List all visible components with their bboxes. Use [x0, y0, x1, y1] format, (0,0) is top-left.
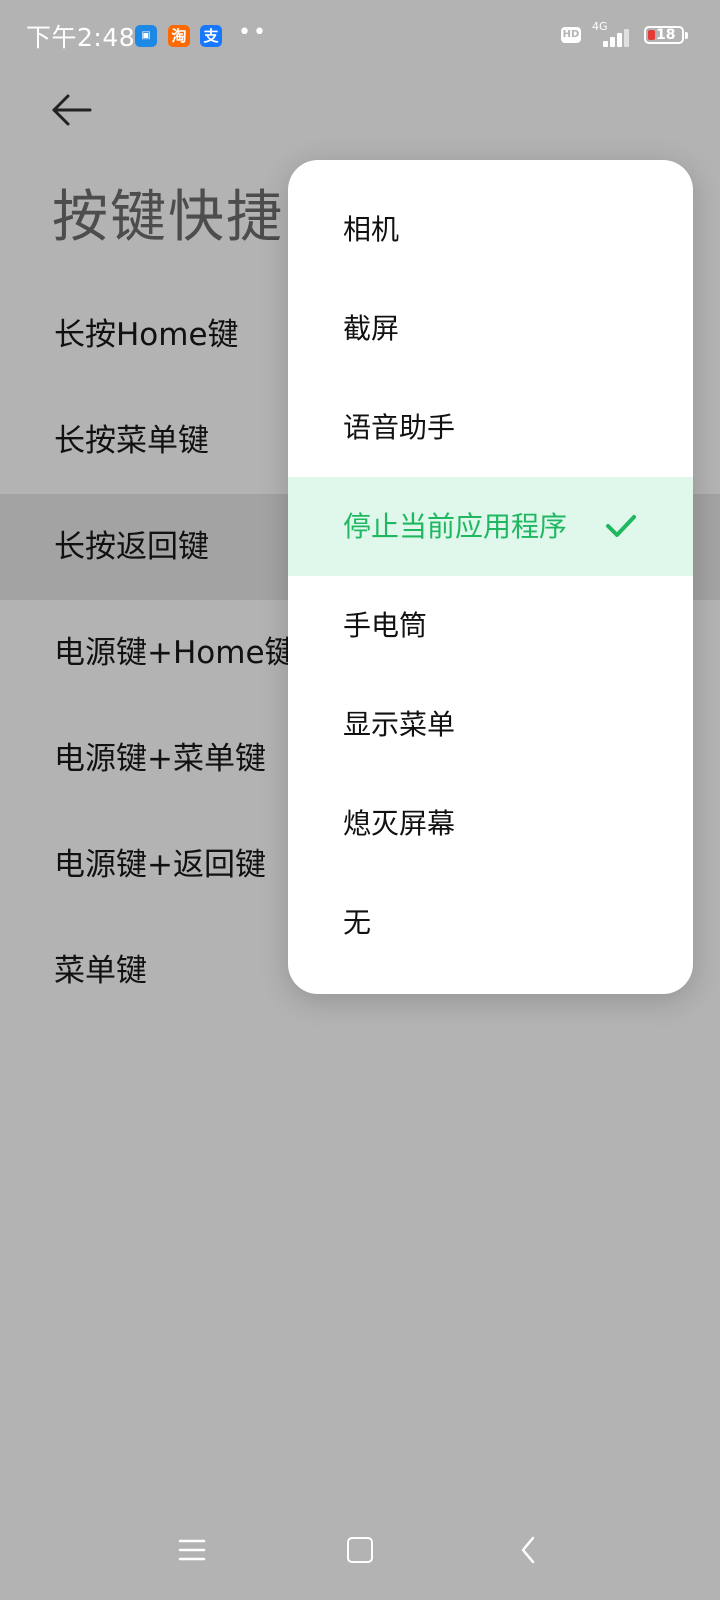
- action-popup-menu: 相机 截屏 语音助手 停止当前应用程序 手电筒 显示菜单 熄灭屏幕 无: [288, 160, 693, 994]
- news-app-icon: ▣: [135, 25, 157, 47]
- navigation-bar: [0, 1520, 720, 1600]
- page-title: 按键快捷: [52, 185, 284, 250]
- battery-icon: 18: [644, 26, 688, 44]
- option-camera[interactable]: 相机: [288, 180, 693, 279]
- arrow-left-icon[interactable]: [50, 88, 94, 132]
- option-screenshot[interactable]: 截屏: [288, 279, 693, 378]
- hd-icon: HD: [561, 27, 581, 43]
- taobao-icon: 淘: [168, 25, 190, 47]
- checkmark-icon: [606, 515, 636, 537]
- option-screen-off[interactable]: 熄灭屏幕: [288, 774, 693, 873]
- option-voice-assistant[interactable]: 语音助手: [288, 378, 693, 477]
- option-stop-current-app[interactable]: 停止当前应用程序: [288, 477, 693, 576]
- popup-option-list: 相机 截屏 语音助手 停止当前应用程序 手电筒 显示菜单 熄灭屏幕 无: [288, 180, 693, 972]
- more-notifications-icon: ••: [238, 20, 268, 45]
- option-show-menu[interactable]: 显示菜单: [288, 675, 693, 774]
- option-stop-current-app-label: 停止当前应用程序: [343, 510, 568, 543]
- status-time: 下午2:48: [26, 23, 136, 52]
- battery-level-text: 18: [656, 27, 676, 43]
- alipay-icon: 支: [200, 25, 222, 47]
- menu-lines-icon[interactable]: [178, 1538, 206, 1562]
- option-none[interactable]: 无: [288, 873, 693, 972]
- chevron-left-icon[interactable]: [520, 1536, 536, 1564]
- battery-level-fill: [648, 30, 655, 40]
- status-bar: 下午2:48 ▣ 淘 支 •• HD 4G 18: [0, 0, 720, 72]
- home-square-icon[interactable]: [347, 1537, 373, 1563]
- signal-strength-icon: [603, 25, 635, 47]
- option-flashlight[interactable]: 手电筒: [288, 576, 693, 675]
